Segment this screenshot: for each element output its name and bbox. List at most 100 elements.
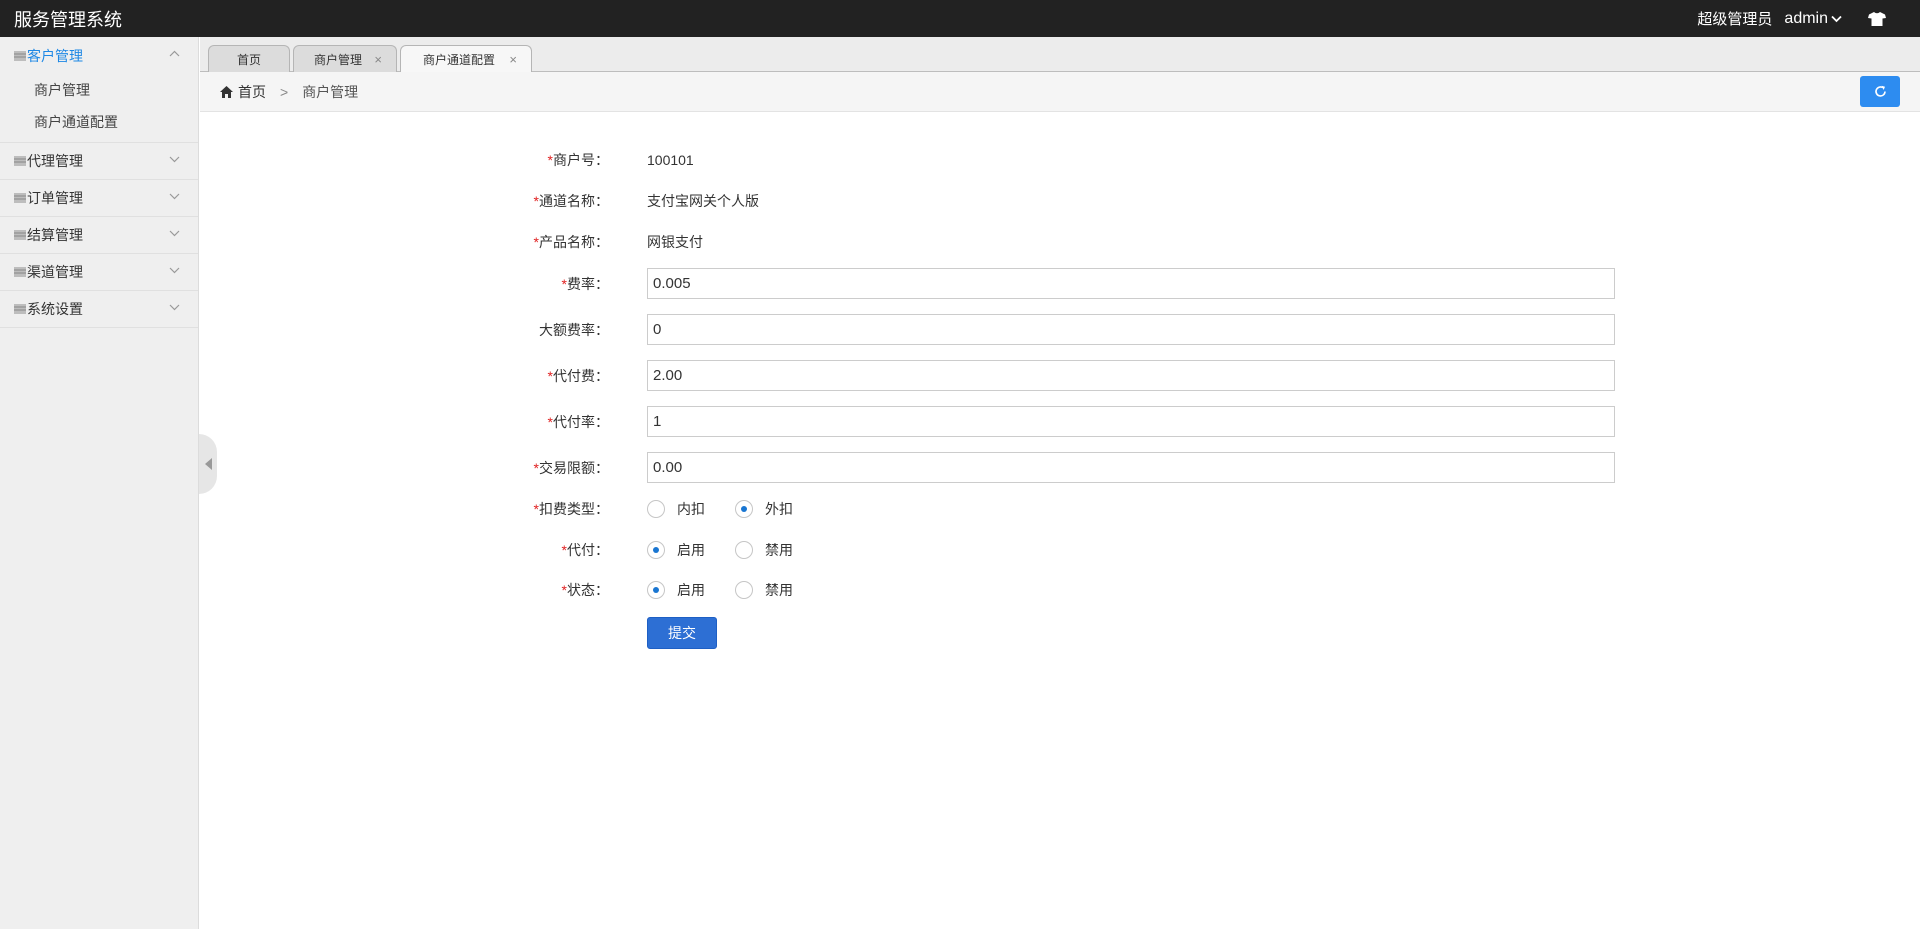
label-channel-name: *通道名称：: [533, 193, 609, 209]
tshirt-icon[interactable]: [1868, 11, 1886, 26]
grid-icon: [14, 192, 26, 204]
label-rate: *费率：: [561, 275, 609, 292]
radio-status-enable[interactable]: 启用: [647, 580, 705, 600]
grid-icon: [14, 303, 26, 315]
tab-merchant-channel-config[interactable]: 商户通道配置 ×: [400, 45, 532, 73]
radio-label: 启用: [677, 582, 705, 598]
row-rate: *费率：: [200, 268, 1920, 299]
label-payout-fee: *代付费：: [547, 367, 609, 384]
row-channel-name: *通道名称： 支付宝网关个人版: [200, 191, 1920, 211]
sidebar-item-label: 结算管理: [27, 227, 83, 243]
radio-label: 启用: [677, 542, 705, 558]
tab-label: 首页: [236, 52, 261, 67]
user-name: admin: [1784, 9, 1828, 27]
breadcrumb-home[interactable]: 首页: [238, 82, 266, 102]
sidebar-item-agents[interactable]: 代理管理: [0, 143, 198, 179]
chevron-down-icon: [169, 193, 180, 200]
radio-label: 外扣: [765, 501, 793, 517]
label-payout: *代付：: [561, 542, 609, 558]
topbar-right: 超级管理员 admin: [1697, 8, 1920, 29]
chevron-down-icon: [169, 156, 180, 163]
grid-icon: [14, 155, 26, 167]
row-payout: *代付： 启用 禁用: [200, 540, 1920, 560]
refresh-icon: [1874, 85, 1886, 97]
breadcrumb-separator: >: [280, 83, 289, 100]
sidebar-group-system-settings: 系统设置: [0, 291, 198, 328]
row-product-name: *产品名称： 网银支付: [200, 232, 1920, 252]
tab-merchant-management[interactable]: 商户管理 ×: [293, 45, 397, 72]
radio-circle: [735, 541, 753, 559]
sidebar-item-orders[interactable]: 订单管理: [0, 180, 198, 216]
sidebar-group-agents: 代理管理: [0, 143, 198, 180]
sidebar-item-label: 系统设置: [27, 301, 83, 317]
radio-deduct-internal[interactable]: 内扣: [647, 499, 705, 519]
radio-circle: [735, 500, 753, 518]
sidebar-group-channels: 渠道管理: [0, 254, 198, 291]
top-bar: 服务管理系统 超级管理员 admin: [0, 0, 1920, 37]
label-status: *状态：: [561, 582, 609, 598]
tab-label: 商户通道配置: [422, 53, 495, 67]
row-deduct-type: *扣费类型： 内扣 外扣: [200, 499, 1920, 519]
sidebar-item-customers[interactable]: 客户管理: [0, 37, 198, 74]
user-role: 超级管理员: [1697, 11, 1773, 28]
sidebar-item-merchant-channel-config[interactable]: 商户通道配置: [0, 106, 198, 138]
row-large-rate: 大额费率：: [200, 314, 1920, 345]
chevron-down-icon: [169, 304, 180, 311]
sidebar-item-label: 渠道管理: [27, 264, 83, 280]
status-radio-group: 启用 禁用: [647, 580, 793, 600]
label-product-name: *产品名称：: [533, 234, 609, 250]
radio-circle: [735, 581, 753, 599]
submit-button[interactable]: 提交: [647, 617, 717, 649]
radio-circle: [647, 541, 665, 559]
chevron-down-icon: [1831, 15, 1842, 22]
breadcrumb-current: 商户管理: [302, 83, 359, 100]
sidebar-item-label: 客户管理: [27, 47, 83, 64]
sidebar-item-label: 代理管理: [27, 153, 83, 169]
payout-rate-input[interactable]: [647, 406, 1615, 437]
tab-label: 商户管理: [313, 52, 362, 67]
sidebar-item-label: 订单管理: [27, 190, 83, 206]
row-status: *状态： 启用 禁用: [200, 580, 1920, 600]
deduct-type-radio-group: 内扣 外扣: [647, 499, 793, 519]
radio-deduct-external[interactable]: 外扣: [735, 499, 793, 519]
label-deduct-type: *扣费类型：: [533, 501, 609, 517]
refresh-button[interactable]: [1860, 76, 1900, 107]
row-trade-limit: *交易限额：: [200, 452, 1920, 483]
payout-radio-group: 启用 禁用: [647, 540, 793, 560]
row-payout-rate: *代付率：: [200, 406, 1920, 437]
user-menu[interactable]: admin: [1784, 10, 1842, 28]
row-payout-fee: *代付费：: [200, 360, 1920, 391]
grid-icon: [14, 50, 26, 62]
trade-limit-input[interactable]: [647, 452, 1615, 483]
close-icon[interactable]: ×: [509, 52, 517, 67]
sidebar: 客户管理 商户管理 商户通道配置 代理管理 订单管理 结算管理 渠道管理 系统设…: [0, 37, 199, 929]
sidebar-item-merchant-management[interactable]: 商户管理: [0, 74, 198, 106]
grid-icon: [14, 229, 26, 241]
row-merchant-no: *商户号： 100101: [200, 150, 1920, 170]
radio-label: 禁用: [765, 542, 793, 558]
channel-name-value: 支付宝网关个人版: [647, 193, 759, 209]
app-title: 服务管理系统: [14, 9, 122, 30]
radio-circle: [647, 581, 665, 599]
sidebar-item-system-settings[interactable]: 系统设置: [0, 291, 198, 327]
radio-payout-enable[interactable]: 启用: [647, 540, 705, 560]
sidebar-item-settlement[interactable]: 结算管理: [0, 217, 198, 253]
label-large-rate: 大额费率：: [539, 321, 609, 338]
large-rate-input[interactable]: [647, 314, 1615, 345]
merchant-no-value: 100101: [647, 152, 694, 168]
label-payout-rate: *代付率：: [547, 413, 609, 430]
tab-home[interactable]: 首页: [208, 45, 290, 72]
radio-label: 禁用: [765, 582, 793, 598]
radio-payout-disable[interactable]: 禁用: [735, 540, 793, 560]
breadcrumb: 首页 > 商户管理: [200, 72, 1920, 112]
rate-input[interactable]: [647, 268, 1615, 299]
grid-icon: [14, 266, 26, 278]
sidebar-item-channels[interactable]: 渠道管理: [0, 254, 198, 290]
radio-status-disable[interactable]: 禁用: [735, 580, 793, 600]
sidebar-group-orders: 订单管理: [0, 180, 198, 217]
label-trade-limit: *交易限额：: [533, 459, 609, 476]
chevron-down-icon: [169, 230, 180, 237]
tab-bar: 首页 商户管理 × 商户通道配置 ×: [200, 37, 1920, 73]
close-icon[interactable]: ×: [374, 52, 382, 67]
payout-fee-input[interactable]: [647, 360, 1615, 391]
